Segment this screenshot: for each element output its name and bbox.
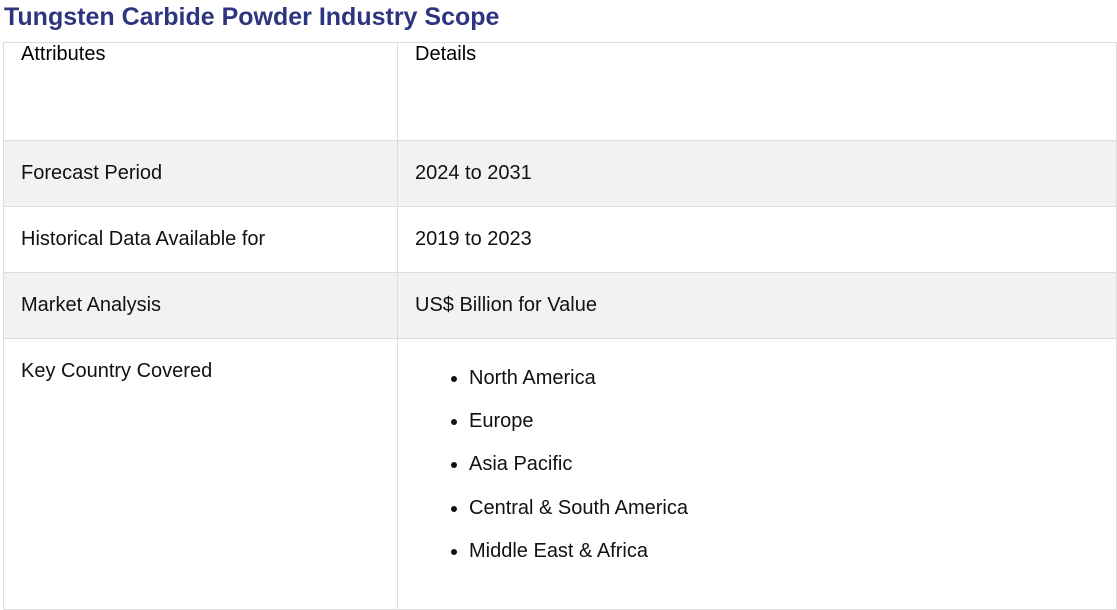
row-attribute: Historical Data Available for <box>3 206 398 273</box>
table-row: Market Analysis US$ Billion for Value <box>3 272 1117 339</box>
row-attribute: Key Country Covered <box>3 338 398 610</box>
column-header-details: Details <box>397 42 1117 141</box>
row-attribute: Market Analysis <box>3 272 398 339</box>
table-row: Historical Data Available for 2019 to 20… <box>3 206 1117 273</box>
list-item: Middle East & Africa <box>469 536 1116 579</box>
row-attribute: Forecast Period <box>3 140 398 207</box>
column-header-attributes: Attributes <box>3 42 398 141</box>
row-detail: 2024 to 2031 <box>397 140 1117 207</box>
regions-list: North America Europe Asia Pacific Centra… <box>415 363 1116 579</box>
row-detail: US$ Billion for Value <box>397 272 1117 339</box>
row-detail: 2019 to 2023 <box>397 206 1117 273</box>
table-row: Forecast Period 2024 to 2031 <box>3 140 1117 207</box>
list-item: Europe <box>469 406 1116 449</box>
list-item: Central & South America <box>469 493 1116 536</box>
row-detail-regions: North America Europe Asia Pacific Centra… <box>397 338 1117 610</box>
scope-table: Attributes Details Forecast Period 2024 … <box>3 42 1117 610</box>
list-item: North America <box>469 363 1116 406</box>
page-title: Tungsten Carbide Powder Industry Scope <box>4 3 500 31</box>
table-row: Key Country Covered North America Europe… <box>3 338 1117 610</box>
list-item: Asia Pacific <box>469 449 1116 492</box>
table-header-row: Attributes Details <box>3 42 1117 141</box>
